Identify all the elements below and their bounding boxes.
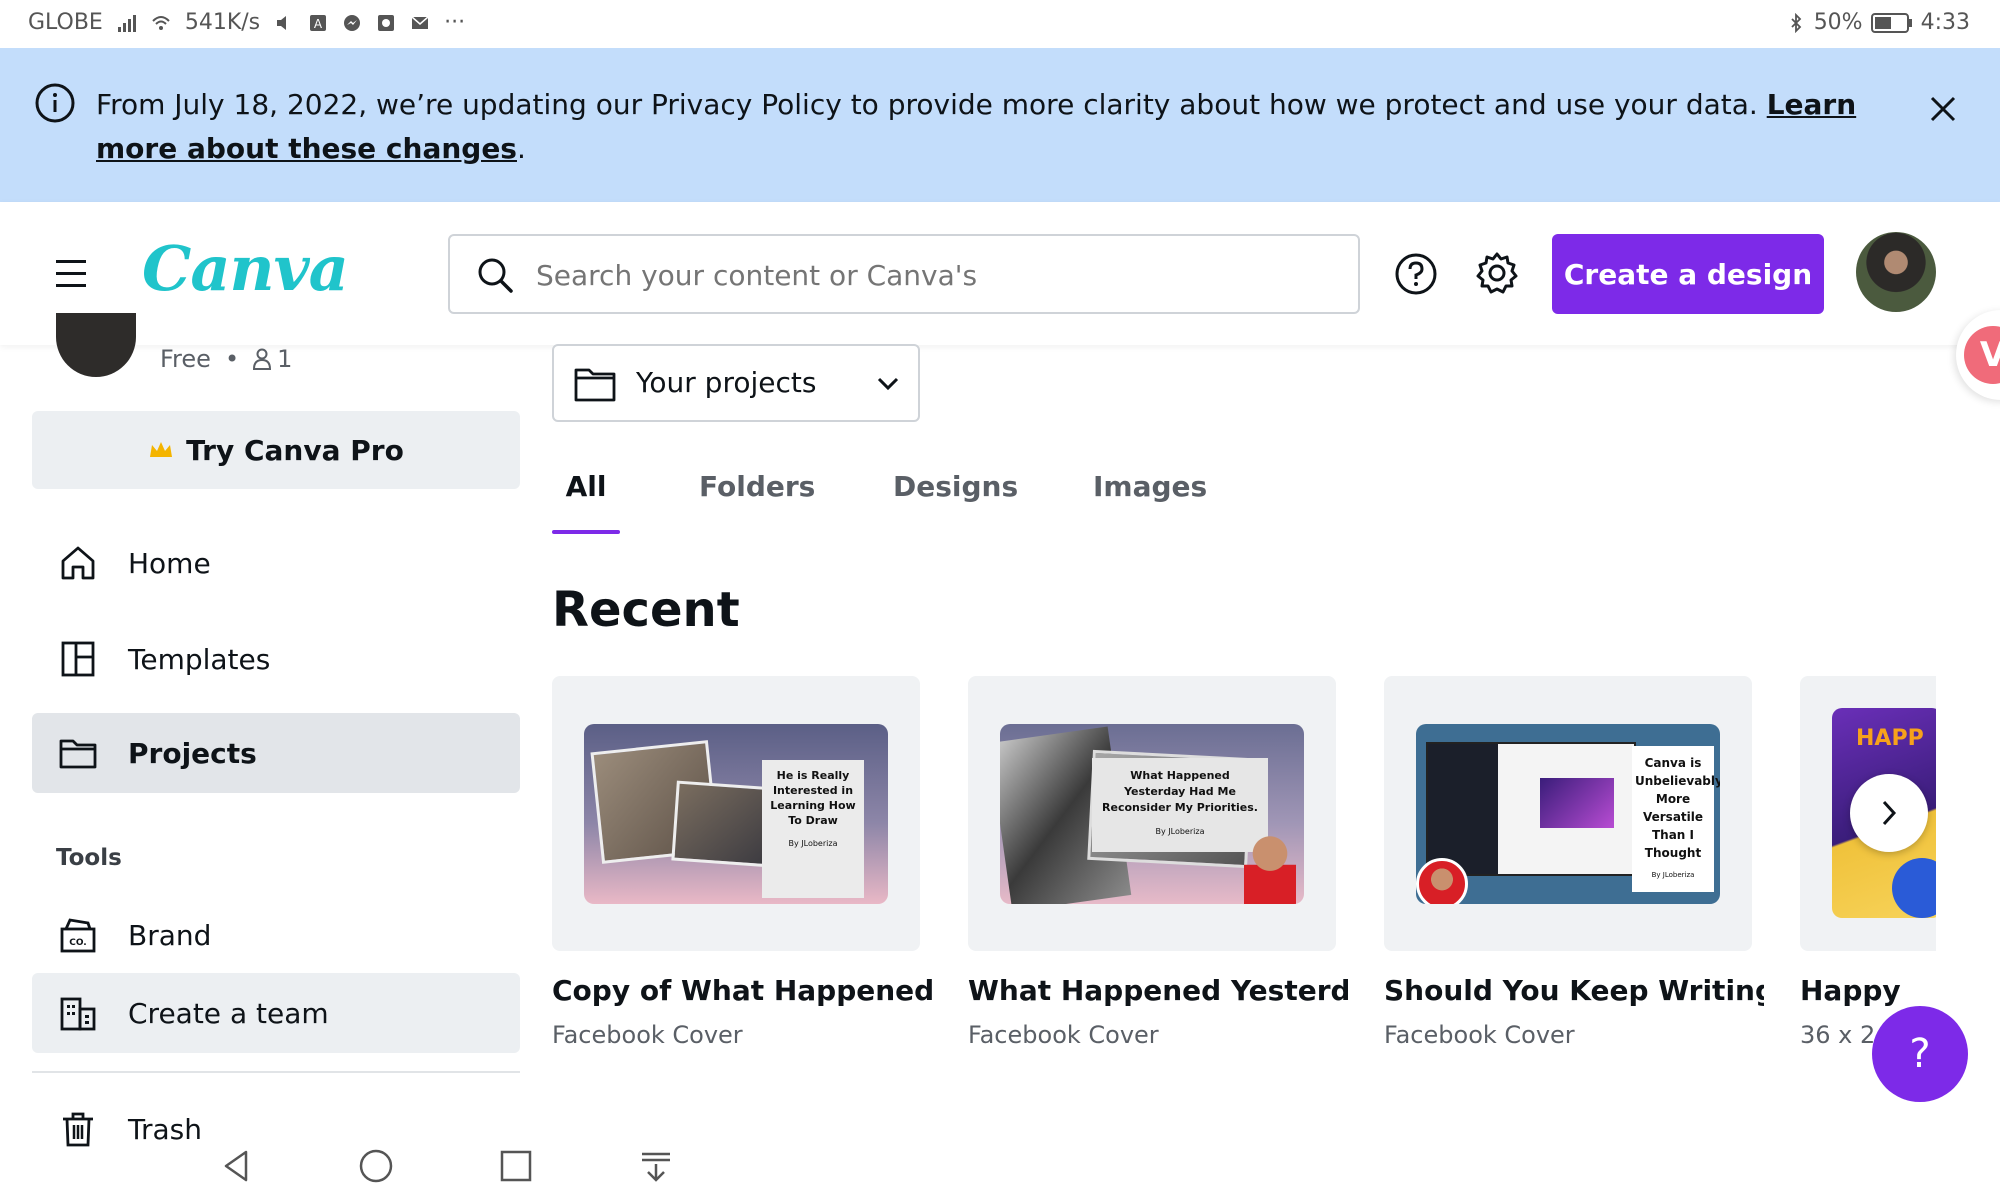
sidebar-item-templates[interactable]: Templates [32,619,520,699]
card-title[interactable]: Happy [1800,974,1901,1007]
status-bar: GLOBE 541K/s A ··· 50% 4:33 [0,0,2000,48]
app-badge-icon [378,14,395,31]
account-plan: Free • 1 [160,345,292,373]
crown-icon [150,442,173,457]
tab-designs[interactable]: Designs [893,470,1018,534]
close-icon[interactable] [1928,94,1958,124]
app-a-icon: A [310,14,327,31]
sidebar-item-label: Brand [128,918,212,952]
thumbnail-caption-box: He is Really Interested in Learning How … [762,760,864,898]
more-notifications: ··· [444,10,466,35]
messenger-icon [344,14,361,31]
svg-text:CO.: CO. [69,938,86,948]
card-subtitle: Facebook Cover [552,1021,743,1049]
sidebar-item-label: Templates [128,642,271,676]
banner-message: From July 18, 2022, we’re updating our P… [96,88,1857,165]
search-box[interactable] [448,234,1360,314]
sidebar-item-home[interactable]: Home [32,523,520,603]
separator-dot: • [224,345,240,373]
help-fab-button[interactable]: ? [1872,1006,1968,1102]
thumbnail-caption-box: Canva is Unbelievably More Versatile Tha… [1632,746,1720,892]
carrier-name: GLOBE [28,10,103,35]
screenshot-mockup [1426,742,1636,876]
gear-icon[interactable] [1474,250,1520,296]
sidebar-divider [32,1071,520,1073]
bluetooth-icon [1791,12,1801,33]
thumbnail-caption-box: What Happened Yesterday Had Me Reconside… [1092,758,1268,852]
create-design-button[interactable]: Create a design [1552,234,1824,314]
signal-icon [117,14,136,32]
notification-pulldown-icon[interactable] [636,1146,676,1186]
sidebar-item-brand[interactable]: CO. Brand [32,895,520,975]
card-subtitle: Facebook Cover [1384,1021,1575,1049]
home-icon [61,546,95,580]
try-canva-pro-button[interactable]: Try Canva Pro [32,411,520,489]
author-photo [1244,832,1296,904]
card-thumbnail[interactable]: What Happened Yesterday Had Me Reconside… [1000,724,1304,904]
volume-icon [277,15,287,30]
sidebar: Free • 1 Try Canva Pro Home Templates Pr… [0,313,540,1200]
tab-all[interactable]: All [552,470,620,534]
chevron-right-icon [1882,800,1897,826]
recents-square-icon[interactable] [496,1146,536,1186]
card-title[interactable]: What Happened Yesterd... [968,974,1348,1007]
card-subtitle: Facebook Cover [968,1021,1159,1049]
sidebar-item-label: Home [128,546,211,580]
search-input[interactable] [536,250,1336,300]
section-title: Recent [552,582,740,638]
folder-icon [574,368,616,402]
tab-folders[interactable]: Folders [699,470,815,534]
clock: 4:33 [1920,10,1970,35]
plan-label: Free [160,345,211,373]
team-building-icon [60,997,96,1031]
mail-icon [411,15,429,29]
photo-collage [671,780,777,868]
info-icon [35,83,75,123]
v-logo-icon: V [1964,326,2000,384]
svg-text:A: A [314,17,323,31]
projects-dropdown[interactable]: Your projects [552,344,920,422]
canva-logo[interactable]: Canva [142,232,349,305]
privacy-banner: From July 18, 2022, we’re updating our P… [0,48,2000,202]
sidebar-item-projects[interactable]: Projects [32,713,520,793]
tab-images[interactable]: Images [1093,470,1207,534]
sidebar-avatar[interactable] [56,313,136,377]
templates-icon [61,641,95,677]
sidebar-item-label: Projects [128,736,257,770]
chevron-down-icon [877,377,899,391]
member-count: 1 [253,345,292,373]
hamburger-menu-icon[interactable] [56,260,86,288]
sidebar-item-create-team[interactable]: Create a team [32,973,520,1053]
help-icon[interactable] [1394,252,1438,296]
avatar[interactable] [1856,232,1936,312]
home-circle-icon[interactable] [356,1146,396,1186]
card-title[interactable]: Should You Keep Writing ... [1384,974,1764,1007]
battery-icon [1870,12,1912,33]
card-thumbnail[interactable]: Canva is Unbelievably More Versatile Tha… [1416,724,1720,904]
folder-icon [59,739,97,769]
carousel-next-button[interactable] [1850,774,1928,852]
battery-percent: 50% [1813,10,1863,35]
tools-heading: Tools [56,845,122,871]
wifi-icon [152,15,170,30]
projects-dropdown-label: Your projects [636,366,817,399]
author-photo [1416,858,1468,904]
person-icon [253,348,272,370]
system-navigation-bar [0,1136,700,1200]
brand-kit-icon: CO. [60,918,96,953]
card-thumbnail[interactable]: He is Really Interested in Learning How … [584,724,888,904]
top-header: Canva Create a design [0,202,2000,345]
network-speed: 541K/s [184,10,261,35]
back-icon[interactable] [216,1146,256,1186]
sidebar-item-label: Create a team [128,996,329,1030]
search-icon [478,258,513,293]
card-title[interactable]: Copy of What Happened ... [552,974,932,1007]
